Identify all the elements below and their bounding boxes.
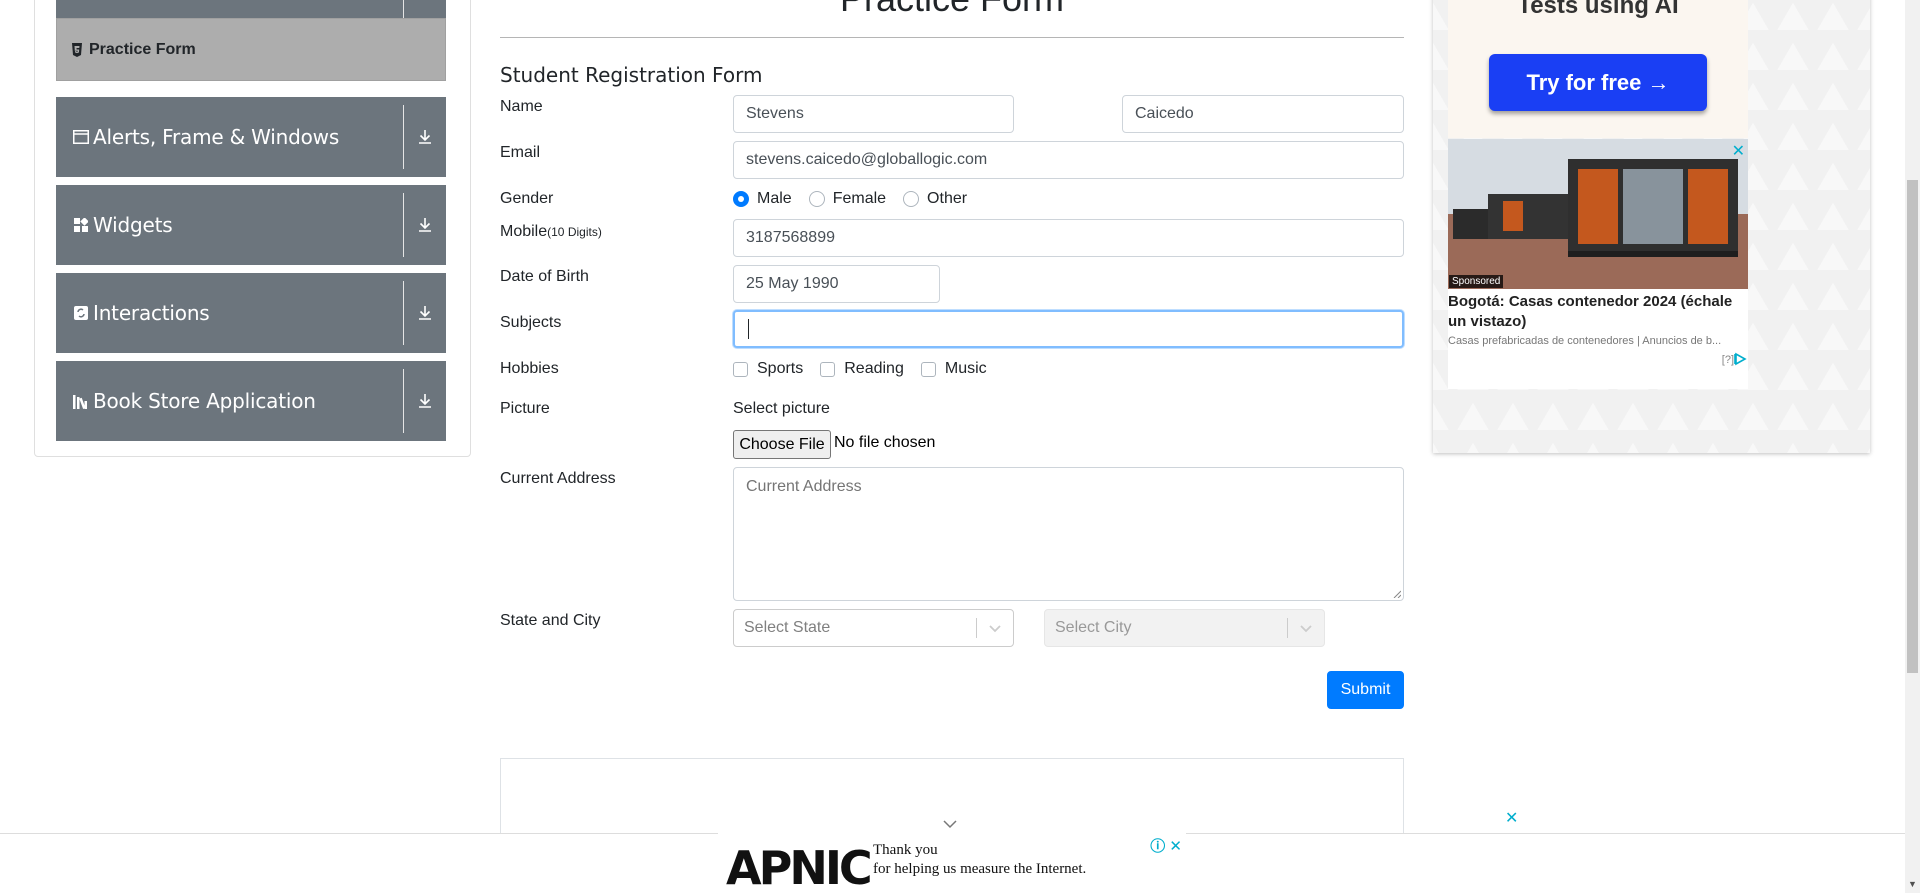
- city-select[interactable]: Select City: [1044, 609, 1325, 647]
- hobby-music-checkbox[interactable]: [920, 361, 936, 377]
- select-picture-label: Select picture: [733, 400, 830, 417]
- scrollbar[interactable]: ▼: [1905, 0, 1920, 893]
- gender-male-radio[interactable]: [733, 191, 749, 207]
- apnic-ad-text: Thank you for helping us measure the Int…: [873, 841, 1086, 879]
- sidebar-item-practice-form[interactable]: Practice Form: [56, 18, 446, 81]
- title-divider: [500, 37, 1404, 38]
- apnic-logo: APNIC: [726, 841, 873, 893]
- hobby-reading-label[interactable]: Reading: [844, 360, 904, 378]
- download-icon: [415, 127, 435, 147]
- gender-male-option[interactable]: Male: [733, 190, 792, 208]
- sidebar-group-book-store[interactable]: Book Store Application: [56, 361, 446, 441]
- mobile-input[interactable]: 3187568899: [733, 219, 1404, 257]
- gender-female-radio[interactable]: [808, 191, 825, 207]
- close-icon[interactable]: ✕: [1505, 808, 1518, 828]
- sidebar-group-alerts-frame-windows[interactable]: Alerts, Frame & Windows: [56, 97, 446, 177]
- widgets-icon: [73, 217, 89, 233]
- sidebar-group-forms[interactable]: [56, 0, 446, 18]
- sidebar-group-label: Interactions: [93, 301, 210, 325]
- page-title: Practice Form: [500, 0, 1404, 20]
- sidebar-group-widgets[interactable]: Widgets: [56, 185, 446, 265]
- sidebar-group-label: Widgets: [93, 213, 173, 237]
- hobby-music-option[interactable]: Music: [920, 360, 987, 378]
- hobby-reading-checkbox[interactable]: [820, 361, 836, 377]
- download-icon: [415, 215, 435, 235]
- sidebar-item-label: Practice Form: [89, 40, 196, 58]
- sponsored-label: Sponsored: [1449, 275, 1504, 288]
- current-address-textarea[interactable]: Current Address: [733, 467, 1404, 601]
- resize-grip-icon[interactable]: [1393, 590, 1401, 598]
- ad-top-text: Tests using AI: [1517, 0, 1679, 19]
- chevron-down-icon[interactable]: [942, 818, 958, 830]
- gender-other-option[interactable]: Other: [903, 190, 967, 208]
- city-placeholder: Select City: [1055, 619, 1132, 636]
- subjects-label: Subjects: [500, 314, 562, 331]
- scrollbar-thumb[interactable]: [1907, 180, 1918, 673]
- date-of-birth-input[interactable]: 25 May 1990: [733, 265, 940, 303]
- mobile-label: Mobile(10 Digits): [500, 223, 602, 240]
- hobby-sports-option[interactable]: Sports: [733, 360, 803, 378]
- html5-icon: [71, 42, 83, 57]
- adchoices-icon[interactable]: [1734, 352, 1748, 366]
- picture-label: Picture: [500, 400, 550, 417]
- address-placeholder: Current Address: [746, 478, 862, 495]
- state-placeholder: Select State: [744, 619, 831, 636]
- scroll-down-arrow-icon[interactable]: ▼: [1908, 879, 1917, 889]
- sidebar-group-label: Book Store Application: [93, 389, 316, 413]
- state-select[interactable]: Select State: [733, 609, 1014, 647]
- gender-male-label[interactable]: Male: [757, 190, 792, 208]
- ad-headline[interactable]: Bogotá: Casas contenedor 2024 (échale un…: [1448, 292, 1748, 332]
- form-heading: Student Registration Form: [500, 63, 763, 87]
- gender-female-label[interactable]: Female: [833, 190, 886, 208]
- hobbies-label: Hobbies: [500, 360, 559, 377]
- last-name-input[interactable]: Caicedo: [1122, 95, 1404, 133]
- no-file-status: No file chosen: [834, 434, 936, 451]
- apnic-line-1: Thank you: [873, 842, 938, 858]
- hobbies-checkbox-group: Sports Reading Music: [733, 360, 1004, 378]
- mobile-hint: (10 Digits): [547, 225, 602, 239]
- name-label: Name: [500, 98, 543, 115]
- hobby-music-label[interactable]: Music: [945, 360, 987, 378]
- sidebar-group-label: Alerts, Frame & Windows: [93, 125, 340, 149]
- interactions-icon: [73, 305, 89, 321]
- hobby-sports-label[interactable]: Sports: [757, 360, 803, 378]
- apnic-line-2: for helping us measure the Internet.: [873, 861, 1087, 877]
- chevron-down-icon: [989, 625, 1001, 633]
- gender-other-radio[interactable]: [903, 191, 920, 207]
- ad-image[interactable]: ✕ Sponsored: [1448, 139, 1748, 289]
- download-icon: [415, 303, 435, 323]
- ad-source[interactable]: Casas prefabricadas de contenedores | An…: [1448, 335, 1748, 347]
- choose-file-button[interactable]: Choose File: [733, 430, 831, 459]
- close-icon[interactable]: ✕: [1732, 141, 1745, 161]
- gender-other-label[interactable]: Other: [927, 190, 967, 208]
- dob-label: Date of Birth: [500, 268, 589, 285]
- hobby-sports-checkbox[interactable]: [733, 361, 748, 377]
- books-icon: [73, 393, 89, 409]
- state-city-label: State and City: [500, 612, 601, 629]
- chevron-down-icon: [1300, 625, 1312, 633]
- ad-card[interactable]: ✕ Sponsored Bogotá: Casas contenedor 202…: [1448, 139, 1748, 389]
- download-icon: [415, 391, 435, 411]
- sidebar-group-interactions[interactable]: Interactions: [56, 273, 446, 353]
- gender-radio-group: Male Female Other: [733, 190, 984, 208]
- try-for-free-button[interactable]: Try for free →: [1489, 54, 1707, 111]
- gender-female-option[interactable]: Female: [808, 190, 886, 208]
- current-address-label: Current Address: [500, 470, 616, 487]
- container-houses-image: [1448, 139, 1748, 289]
- info-close-icon[interactable]: ⓘ ✕: [1150, 835, 1182, 856]
- hobby-reading-option[interactable]: Reading: [820, 360, 904, 378]
- text-caret: [748, 319, 749, 339]
- apnic-ad[interactable]: APNIC Thank you for helping us measure t…: [718, 833, 1186, 893]
- subjects-input[interactable]: [733, 310, 1404, 348]
- window-icon: [73, 129, 89, 145]
- first-name-input[interactable]: Stevens: [733, 95, 1014, 133]
- email-input[interactable]: stevens.caicedo@globallogic.com: [733, 141, 1404, 179]
- ad-info-tag[interactable]: [?]: [1722, 354, 1734, 366]
- gender-label: Gender: [500, 190, 554, 207]
- submit-button[interactable]: Submit: [1327, 671, 1404, 709]
- email-label: Email: [500, 144, 541, 161]
